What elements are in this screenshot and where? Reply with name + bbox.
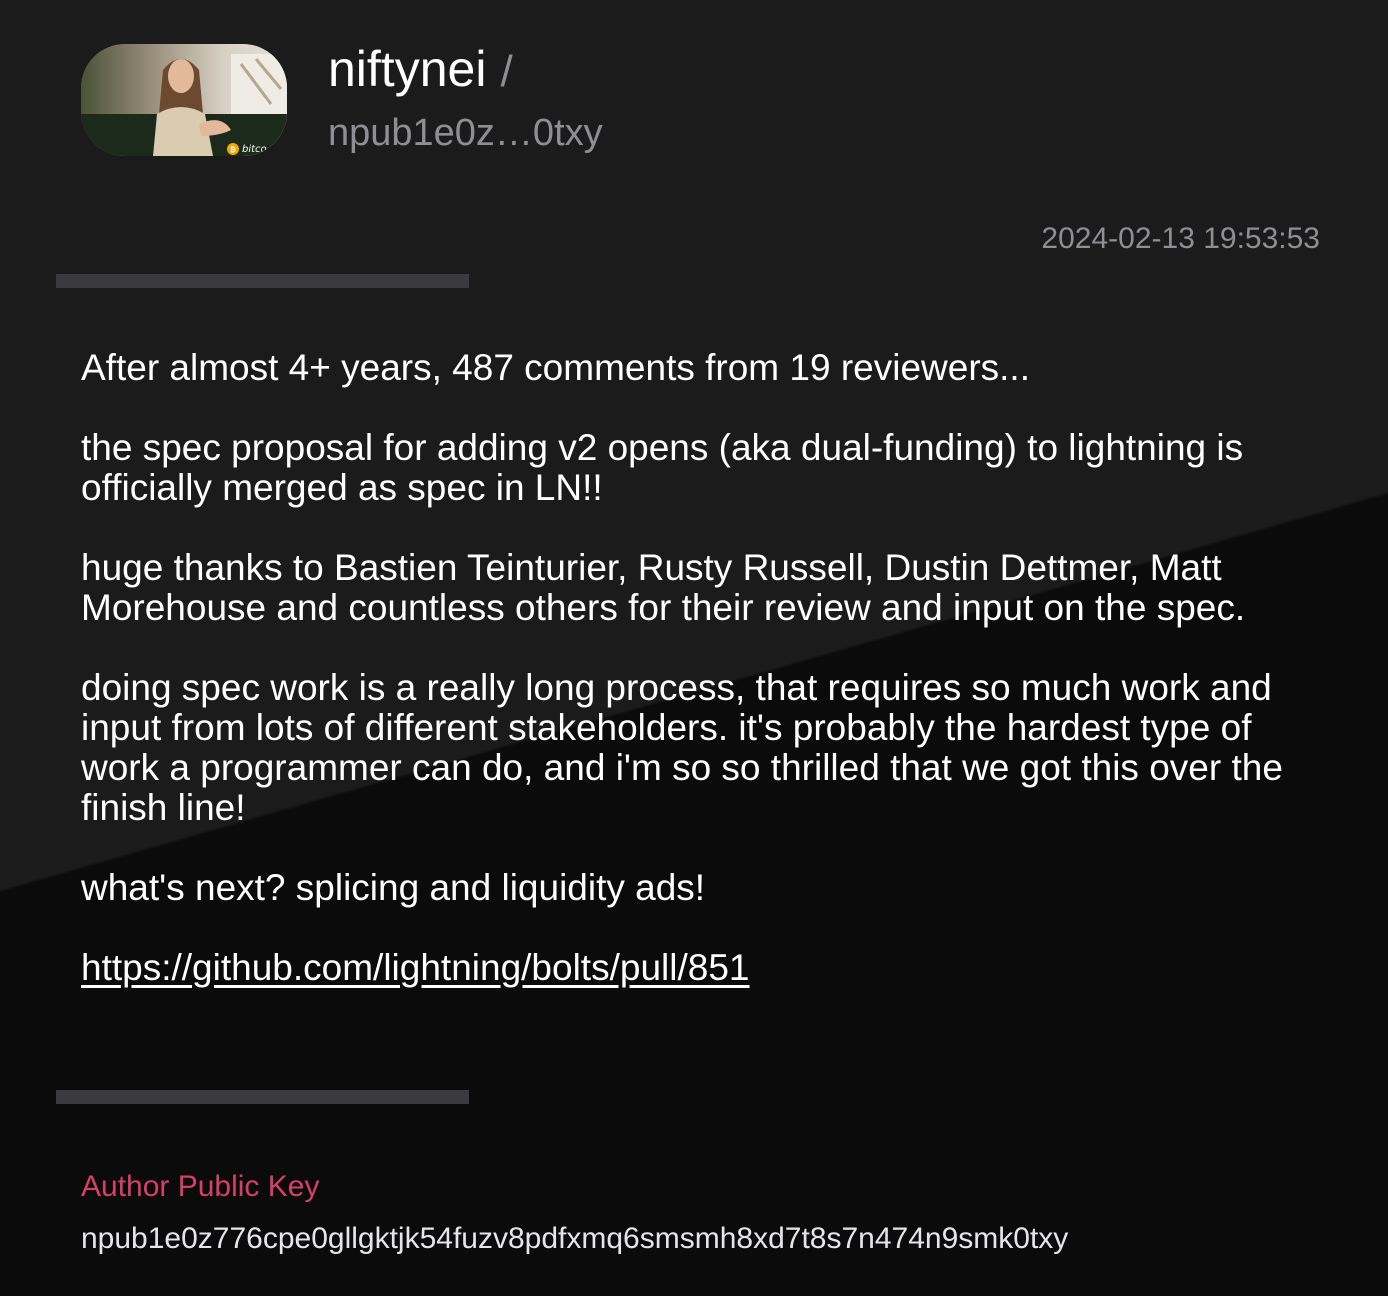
avatar-overlay-text: bitco bbox=[242, 144, 267, 155]
author-name-row: niftynei / bbox=[328, 40, 513, 100]
author-key-label: Author Public Key bbox=[81, 1170, 320, 1203]
note-paragraph: what's next? splicing and liquidity ads! bbox=[81, 867, 706, 908]
content-divider-bottom bbox=[56, 1090, 469, 1104]
note-paragraph: huge thanks to Bastien Teinturier, Rusty… bbox=[81, 547, 1246, 628]
note-paragraph: doing spec work is a really long process… bbox=[81, 667, 1283, 828]
note-link-paragraph: https://github.com/lightning/bolts/pull/… bbox=[81, 948, 1321, 988]
note-timestamp: 2024-02-13 19:53:53 bbox=[1041, 222, 1320, 255]
name-separator: / bbox=[500, 47, 513, 96]
author-display-name[interactable]: niftynei bbox=[328, 40, 486, 98]
author-key-value[interactable]: npub1e0z776cpe0gllgktjk54fuzv8pdfxmq6sms… bbox=[81, 1222, 1068, 1256]
author-short-npub[interactable]: npub1e0z…0txy bbox=[328, 112, 603, 155]
note-header: ₿ bitco niftynei / npub1e0z…0txy bbox=[81, 40, 1321, 160]
note-content: After almost 4+ years, 487 comments from… bbox=[81, 348, 1321, 1028]
note-paragraph: After almost 4+ years, 487 comments from… bbox=[81, 347, 1030, 388]
github-pull-link[interactable]: https://github.com/lightning/bolts/pull/… bbox=[81, 947, 749, 988]
author-avatar[interactable]: ₿ bitco bbox=[81, 44, 287, 156]
avatar-photo: ₿ bitco bbox=[81, 44, 287, 156]
svg-text:₿: ₿ bbox=[230, 146, 236, 154]
note-paragraph: the spec proposal for adding v2 opens (a… bbox=[81, 427, 1244, 508]
content-divider-top bbox=[56, 274, 469, 288]
